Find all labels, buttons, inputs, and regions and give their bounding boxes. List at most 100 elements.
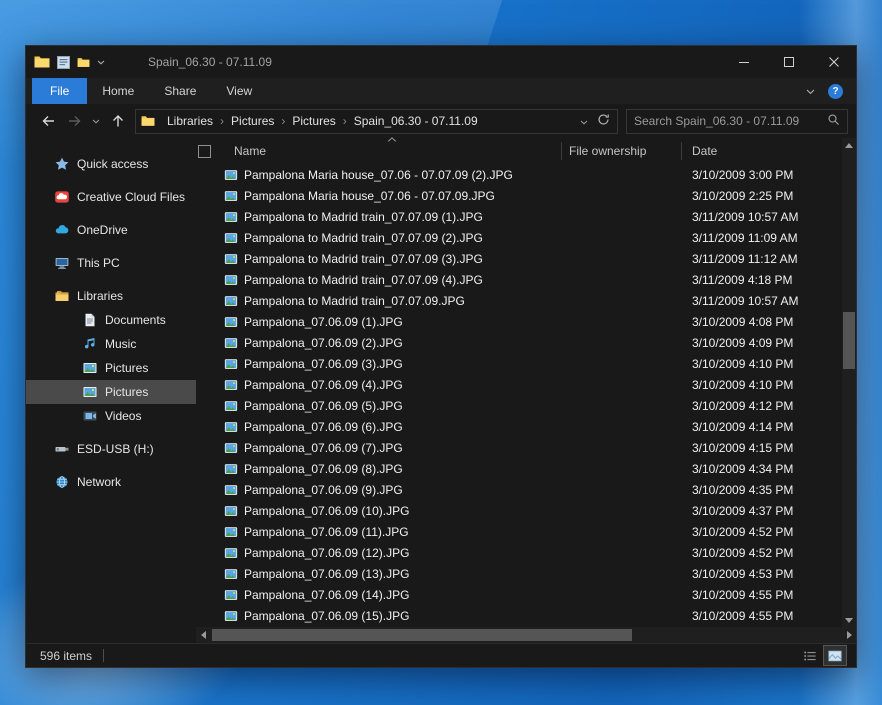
select-all-checkbox[interactable] (198, 145, 211, 158)
jpg-thumbnail-icon (224, 420, 238, 434)
file-row[interactable]: Pampalona to Madrid train_07.07.09.JPG3/… (196, 290, 842, 311)
file-row[interactable]: Pampalona_07.06.09 (8).JPG 3/10/2009 4:34… (196, 458, 842, 479)
breadcrumb-item-pictures[interactable]: Pictures (225, 114, 280, 128)
file-name: Pampalona_07.06.09 (8).JPG (244, 462, 403, 476)
file-row[interactable]: Pampalona_07.06.09 (1).JPG3/10/2009 4:08… (196, 311, 842, 332)
file-explorer-window: Spain_06.30 - 07.11.09 FileHomeShareView (25, 45, 857, 668)
vertical-scroll-thumb[interactable] (843, 312, 855, 369)
recent-locations-chevron-icon[interactable] (88, 108, 104, 134)
tab-home[interactable]: Home (87, 78, 149, 104)
file-row[interactable]: Pampalona_07.06.09 (2).JPG3/10/2009 4:09… (196, 332, 842, 353)
horizontal-scroll-track[interactable] (210, 627, 842, 643)
sidebar-item-esd-usb-h[interactable]: ESD-USB (H:) (26, 437, 196, 461)
sidebar-item-this-pc[interactable]: This PC (26, 251, 196, 275)
thumbnails-view-button[interactable] (824, 646, 846, 665)
close-button[interactable] (811, 46, 856, 78)
tab-file[interactable]: File (32, 78, 87, 104)
file-name: Pampalona Maria house_07.06 - 07.07.09 (… (244, 168, 513, 182)
file-name: Pampalona_07.06.09 (15).JPG (244, 609, 409, 623)
tab-view[interactable]: View (211, 78, 267, 104)
file-row[interactable]: Pampalona_07.06.09 (15).JPG3/10/2009 4:5… (196, 605, 842, 626)
column-header-file-ownership[interactable]: File ownership (562, 142, 682, 160)
file-date: 3/10/2009 4:37 PM (682, 504, 842, 518)
jpg-thumbnail-icon (224, 609, 238, 623)
status-divider (103, 649, 104, 662)
minimize-button[interactable] (721, 46, 766, 78)
up-button[interactable] (104, 108, 131, 134)
sidebar-item-pictures[interactable]: Pictures (26, 356, 196, 380)
file-row[interactable]: Pampalona_07.06.09 (9).JPG3/10/2009 4:35… (196, 479, 842, 500)
file-row[interactable]: Pampalona_07.06.09 (5).JPG3/10/2009 4:12… (196, 395, 842, 416)
jpg-thumbnail-icon (224, 588, 238, 602)
sidebar-item-libraries[interactable]: Libraries (26, 284, 196, 308)
address-bar[interactable]: Libraries›Pictures›Pictures›Spain_06.30 … (135, 109, 618, 134)
file-row[interactable]: Pampalona_07.06.09 (14).JPG3/10/2009 4:5… (196, 584, 842, 605)
sidebar-item-network[interactable]: Network (26, 470, 196, 494)
file-row[interactable]: Pampalona_07.06.09 (7).JPG3/10/2009 4:15… (196, 437, 842, 458)
jpg-thumbnail-icon (224, 210, 238, 224)
desktop-wallpaper: Spain_06.30 - 07.11.09 FileHomeShareView (0, 0, 882, 705)
file-row[interactable]: Pampalona_07.06.09 (3).JPG3/10/2009 4:10… (196, 353, 842, 374)
file-row[interactable]: Pampalona Maria house_07.06 - 07.07.09 (… (196, 164, 842, 185)
sidebar-item-quick-access[interactable]: Quick access (26, 152, 196, 176)
file-date: 3/10/2009 4:34 PM (682, 462, 842, 476)
file-date: 3/10/2009 4:52 PM (682, 546, 842, 560)
qat-properties-icon[interactable] (57, 56, 70, 69)
item-count: 596 items (40, 649, 92, 663)
column-headers: Name File ownership Date (196, 138, 856, 164)
scroll-left-arrow-icon[interactable] (196, 627, 210, 643)
quick-access-star-icon (54, 156, 70, 172)
search-box (626, 109, 848, 134)
file-row[interactable]: Pampalona_07.06.09 (11).JPG3/10/2009 4:5… (196, 521, 842, 542)
tab-share[interactable]: Share (149, 78, 211, 104)
qat-customize-chevron-icon[interactable] (97, 60, 105, 65)
breadcrumb-item-pictures[interactable]: Pictures (286, 114, 341, 128)
breadcrumb-item-libraries[interactable]: Libraries (161, 114, 219, 128)
file-row[interactable]: Pampalona_07.06.09 (12).JPG3/10/2009 4:5… (196, 542, 842, 563)
qat-new-folder-icon[interactable] (77, 57, 90, 68)
scroll-right-arrow-icon[interactable] (842, 627, 856, 643)
horizontal-scroll-thumb[interactable] (212, 629, 632, 641)
scroll-down-arrow-icon[interactable] (842, 613, 856, 627)
file-row[interactable]: Pampalona to Madrid train_07.07.09 (3).J… (196, 248, 842, 269)
file-row[interactable]: Pampalona_07.06.09 (10).JPG3/10/2009 4:3… (196, 500, 842, 521)
file-name: Pampalona_07.06.09 (4).JPG (244, 378, 403, 392)
forward-button[interactable] (61, 108, 88, 134)
file-row[interactable]: Pampalona to Madrid train_07.07.09 (1).J… (196, 206, 842, 227)
sidebar-item-videos[interactable]: Videos (26, 404, 196, 428)
sort-ascending-icon (387, 137, 396, 142)
search-icon[interactable] (827, 113, 840, 129)
sidebar-item-onedrive[interactable]: OneDrive (26, 218, 196, 242)
vertical-scroll-track[interactable] (842, 152, 856, 613)
details-view-button[interactable] (799, 646, 821, 665)
breadcrumb-item-spain-06-30-07-11-09[interactable]: Spain_06.30 - 07.11.09 (348, 114, 484, 128)
file-row[interactable]: Pampalona to Madrid train_07.07.09 (4).J… (196, 269, 842, 290)
search-input[interactable] (634, 114, 827, 128)
column-header-name[interactable]: Name (222, 142, 562, 160)
vertical-scrollbar[interactable] (842, 138, 856, 627)
file-row[interactable]: Pampalona_07.06.09 (13).JPG3/10/2009 4:5… (196, 563, 842, 584)
titlebar[interactable]: Spain_06.30 - 07.11.09 (26, 46, 856, 78)
file-date: 3/10/2009 3:00 PM (682, 168, 842, 182)
sidebar-item-documents[interactable]: Documents (26, 308, 196, 332)
help-button[interactable]: ? (828, 84, 843, 99)
expand-ribbon-chevron-icon[interactable] (806, 84, 815, 98)
file-row[interactable]: Pampalona_07.06.09 (4).JPG 3/10/2009 4:10… (196, 374, 842, 395)
refresh-icon[interactable] (597, 113, 610, 129)
sidebar-item-creative-cloud-files[interactable]: Creative Cloud Files (26, 185, 196, 209)
maximize-button[interactable] (766, 46, 811, 78)
file-row[interactable]: Pampalona to Madrid train_07.07.09 (2).J… (196, 227, 842, 248)
horizontal-scrollbar[interactable] (196, 627, 856, 643)
file-row[interactable]: Pampalona_07.06.09 (6).JPG3/10/2009 4:14… (196, 416, 842, 437)
back-button[interactable] (34, 108, 61, 134)
sidebar-item-music[interactable]: Music (26, 332, 196, 356)
sidebar-item-pictures[interactable]: Pictures (26, 380, 196, 404)
address-dropdown-chevron-icon[interactable] (580, 114, 588, 128)
file-date: 3/10/2009 2:25 PM (682, 189, 842, 203)
scroll-up-arrow-icon[interactable] (842, 138, 856, 152)
file-row[interactable]: Pampalona Maria house_07.06 - 07.07.09.J… (196, 185, 842, 206)
address-folder-icon (141, 115, 155, 127)
column-header-date[interactable]: Date (682, 142, 842, 160)
file-date: 3/10/2009 4:10 PM (682, 378, 842, 392)
file-name: Pampalona_07.06.09 (3).JPG (244, 357, 403, 371)
